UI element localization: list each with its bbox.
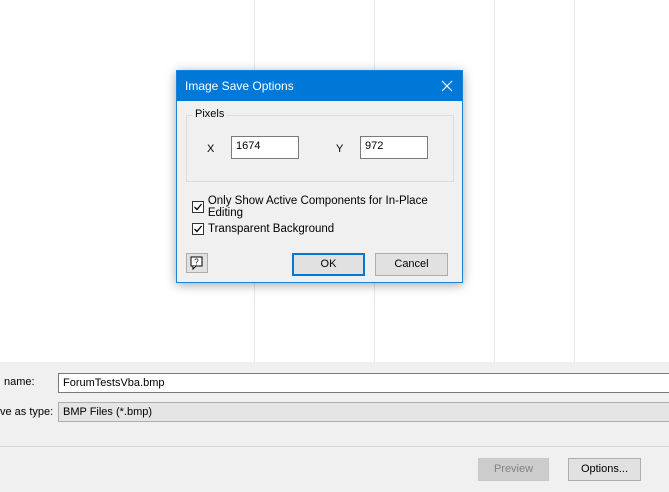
only-active-components-checkbox[interactable]	[192, 201, 204, 213]
transparent-background-checkbox[interactable]	[192, 223, 204, 235]
file-name-input[interactable]: ForumTestsVba.bmp	[58, 373, 669, 393]
save-as-type-select[interactable]: BMP Files (*.bmp)	[58, 402, 669, 422]
only-active-components-checkbox-row[interactable]: Only Show Active Components for In-Place…	[192, 195, 462, 219]
preview-button[interactable]: Preview	[478, 458, 549, 481]
pixels-group: Pixels X 1674 Y 972	[186, 108, 454, 182]
svg-text:?: ?	[194, 258, 199, 267]
x-label: X	[207, 143, 215, 155]
file-name-label: name:	[4, 376, 35, 388]
cancel-button[interactable]: Cancel	[375, 253, 448, 276]
y-pixels-input[interactable]: 972	[360, 136, 428, 159]
save-as-footer: name: ForumTestsVba.bmp ve as type: BMP …	[0, 362, 669, 492]
dialog-title: Image Save Options	[185, 79, 294, 93]
close-icon[interactable]	[432, 71, 462, 101]
transparent-background-label: Transparent Background	[208, 223, 335, 235]
x-pixels-input[interactable]: 1674	[231, 136, 299, 159]
save-as-type-label: ve as type:	[0, 406, 54, 418]
transparent-background-checkbox-row[interactable]: Transparent Background	[192, 223, 334, 235]
context-help-icon[interactable]: ?	[186, 253, 208, 273]
pixels-group-legend: Pixels	[193, 108, 227, 120]
footer-separator	[0, 446, 669, 447]
only-active-components-label: Only Show Active Components for In-Place…	[207, 195, 428, 219]
background-gridline	[574, 0, 575, 362]
y-label: Y	[336, 143, 344, 155]
ok-button[interactable]: OK	[292, 253, 365, 276]
options-button[interactable]: Options...	[568, 458, 641, 481]
dialog-titlebar[interactable]: Image Save Options	[177, 71, 462, 101]
image-save-options-dialog: Image Save Options Pixels X 1674 Y 972 O…	[176, 70, 463, 283]
background-gridline	[494, 0, 495, 362]
